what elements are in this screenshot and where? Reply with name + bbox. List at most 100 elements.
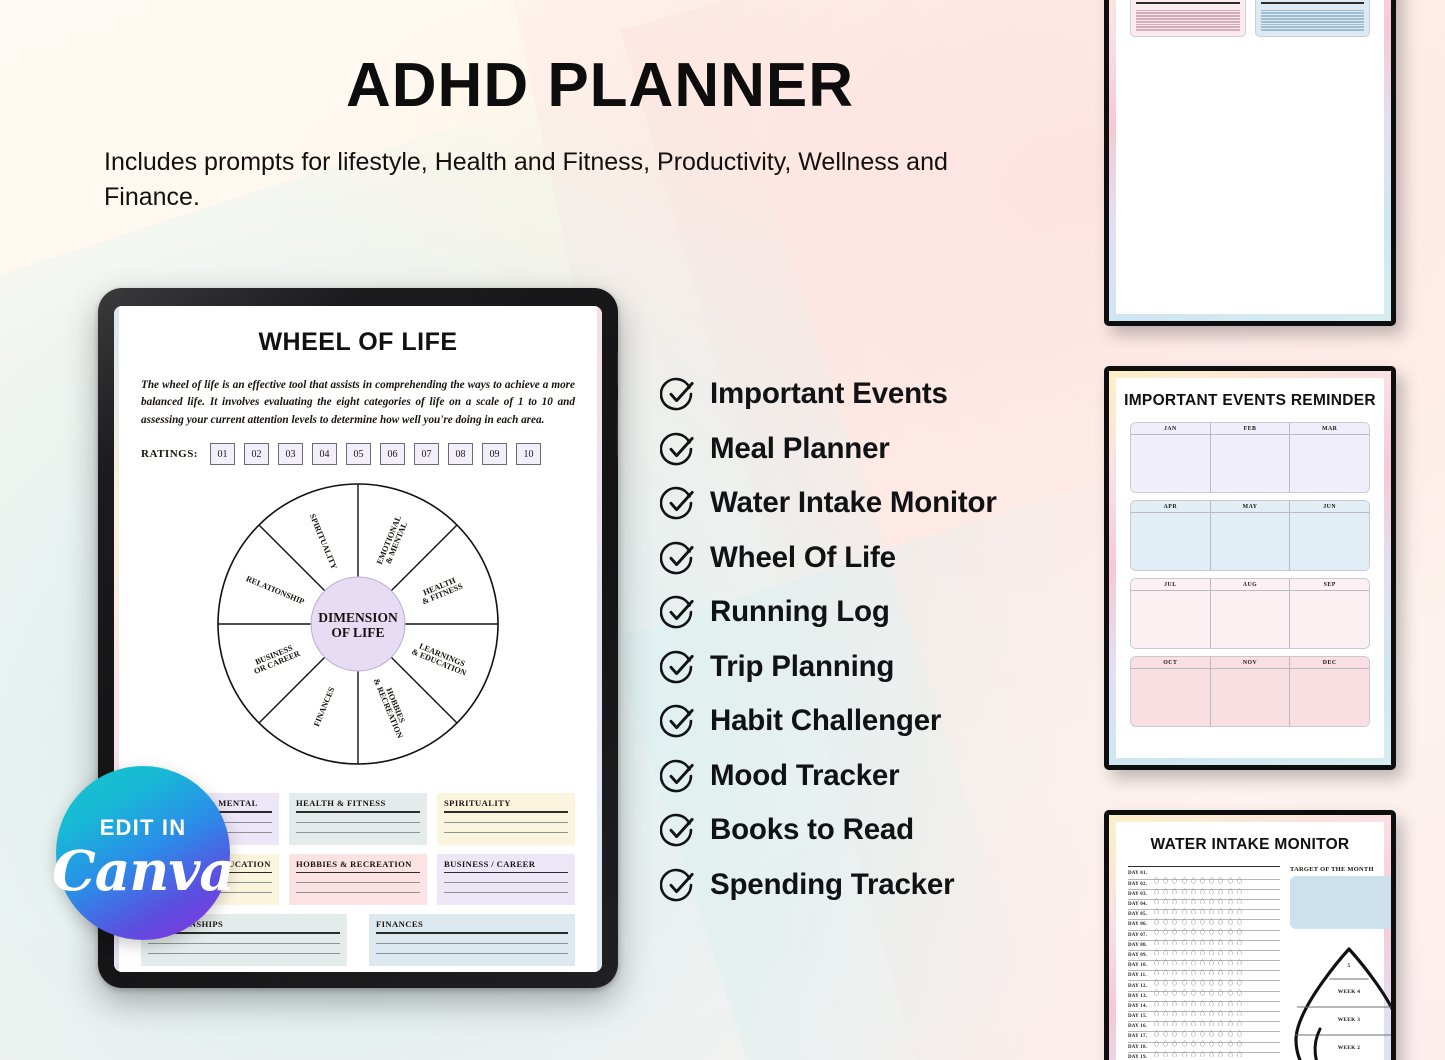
water-drop-checkbox[interactable] [1181, 1013, 1187, 1027]
water-drop-checkbox[interactable] [1200, 942, 1205, 956]
water-drop-checkbox[interactable] [1190, 1044, 1196, 1058]
water-drop-checkbox[interactable] [1218, 973, 1224, 986]
meal-column[interactable]: DINNER [1254, 0, 1370, 37]
water-drop-checkbox[interactable] [1190, 1024, 1196, 1037]
water-drop-checkbox[interactable] [1228, 1054, 1233, 1060]
water-drop-checkbox[interactable] [1236, 912, 1242, 925]
water-drop-checkbox[interactable] [1209, 1003, 1214, 1017]
water-drop-checkbox[interactable] [1172, 1024, 1178, 1037]
water-drop-checkbox[interactable] [1218, 983, 1224, 996]
water-drop-checkbox[interactable] [1236, 1013, 1242, 1027]
water-drop-checkbox[interactable] [1172, 1054, 1177, 1060]
water-drop-checkbox[interactable] [1190, 983, 1196, 996]
water-drop-checkbox[interactable] [1200, 1054, 1205, 1060]
water-drop-checkbox[interactable] [1209, 1034, 1214, 1047]
water-drop-checkbox[interactable] [1200, 932, 1205, 946]
water-drop-checkbox[interactable] [1209, 962, 1214, 976]
water-drop-checkbox[interactable] [1172, 942, 1178, 956]
water-drop-checkbox[interactable] [1190, 871, 1196, 884]
water-drop-checkbox[interactable] [1163, 993, 1168, 1007]
water-drop-checkbox[interactable] [1218, 1034, 1224, 1047]
water-drop-checkbox[interactable] [1218, 881, 1224, 895]
water-drop-checkbox[interactable] [1154, 942, 1159, 956]
water-drop-checkbox[interactable] [1172, 891, 1178, 905]
water-drop-checkbox[interactable] [1181, 912, 1187, 925]
water-drop-checkbox[interactable] [1209, 891, 1214, 905]
water-drop-checkbox[interactable] [1236, 1034, 1242, 1047]
water-drop-checkbox[interactable] [1209, 1013, 1214, 1027]
water-drop-checkbox[interactable] [1163, 932, 1168, 946]
water-drop-checkbox[interactable] [1227, 993, 1233, 1007]
water-drop-checkbox[interactable] [1172, 993, 1178, 1007]
month-write-area[interactable] [1131, 435, 1210, 492]
rating-box-09[interactable]: 09 [481, 443, 507, 466]
category-card[interactable]: FINANCES [369, 914, 575, 966]
water-drop-checkbox[interactable] [1236, 1003, 1242, 1017]
water-drop-checkbox[interactable] [1163, 1054, 1168, 1060]
month-write-area[interactable] [1290, 591, 1369, 648]
water-drop-checkbox[interactable] [1209, 871, 1214, 884]
water-drop-checkbox[interactable] [1209, 952, 1214, 966]
water-drop-checkbox[interactable] [1236, 881, 1242, 895]
month-cell-may[interactable]: MAY [1209, 501, 1290, 570]
water-drop-checkbox[interactable] [1190, 901, 1196, 915]
water-drop-checkbox[interactable] [1200, 901, 1205, 915]
water-drop-checkbox[interactable] [1209, 973, 1214, 986]
water-drop-checkbox[interactable] [1190, 1034, 1196, 1047]
rating-box-08[interactable]: 08 [447, 443, 473, 466]
rating-box-10[interactable]: 10 [515, 443, 541, 466]
water-drop-checkbox[interactable] [1209, 983, 1214, 996]
water-drop-checkbox[interactable] [1154, 912, 1159, 925]
water-drop-checkbox[interactable] [1172, 952, 1178, 966]
category-card[interactable]: BUSINESS / CAREER [437, 853, 575, 906]
water-drop-checkbox[interactable] [1218, 952, 1224, 966]
rating-box-07[interactable]: 07 [413, 443, 439, 466]
water-drop-checkbox[interactable] [1218, 901, 1224, 915]
water-drop-checkbox[interactable] [1200, 983, 1205, 996]
water-drop-checkbox[interactable] [1172, 1044, 1178, 1058]
meal-column[interactable]: SNACKS [1130, 0, 1246, 37]
water-drop-checkbox[interactable] [1163, 912, 1168, 925]
water-drop-checkbox[interactable] [1218, 891, 1224, 905]
water-drop-checkbox[interactable] [1236, 1024, 1242, 1037]
water-drop-checkbox[interactable] [1190, 952, 1196, 966]
water-drop-checkbox[interactable] [1236, 993, 1242, 1007]
month-write-area[interactable] [1211, 669, 1290, 726]
water-drop-checkbox[interactable] [1154, 952, 1159, 966]
water-drop-checkbox[interactable] [1154, 891, 1159, 905]
water-drop-checkbox[interactable] [1163, 1013, 1168, 1027]
water-drop-checkbox[interactable] [1172, 871, 1178, 884]
water-drop-checkbox[interactable] [1172, 1003, 1178, 1017]
water-drop-checkbox[interactable] [1236, 1044, 1242, 1058]
water-drop-checkbox[interactable] [1163, 881, 1168, 895]
water-drop-checkbox[interactable] [1181, 1003, 1187, 1017]
water-drop-checkbox[interactable] [1172, 881, 1178, 895]
water-drop-checkbox[interactable] [1190, 993, 1196, 1007]
water-drop-checkbox[interactable] [1209, 881, 1214, 895]
water-drop-checkbox[interactable] [1209, 1024, 1214, 1037]
water-drop-checkbox[interactable] [1218, 932, 1224, 946]
water-drop-checkbox[interactable] [1154, 901, 1159, 915]
water-drop-checkbox[interactable] [1190, 1013, 1196, 1027]
water-drop-checkbox[interactable] [1163, 1044, 1168, 1058]
water-drop-checkbox[interactable] [1227, 962, 1233, 976]
water-drop-checkbox[interactable] [1172, 983, 1178, 996]
water-drop-checkbox[interactable] [1181, 901, 1187, 915]
water-drop-checkbox[interactable] [1200, 973, 1205, 986]
month-cell-dec[interactable]: DEC [1289, 657, 1369, 726]
water-drop-checkbox[interactable] [1190, 891, 1196, 905]
month-cell-jun[interactable]: JUN [1289, 501, 1369, 570]
water-drop-checkbox[interactable] [1209, 1044, 1214, 1058]
water-drop-checkbox[interactable] [1190, 932, 1196, 946]
water-drop-checkbox[interactable] [1181, 1044, 1187, 1058]
month-cell-aug[interactable]: AUG [1209, 579, 1290, 648]
water-drop-checkbox[interactable] [1190, 912, 1196, 925]
month-cell-feb[interactable]: FEB [1209, 423, 1290, 492]
water-drop-checkbox[interactable] [1163, 1034, 1168, 1047]
water-drop-checkbox[interactable] [1209, 993, 1214, 1007]
rating-box-01[interactable]: 01 [209, 443, 235, 466]
water-drop-checkbox[interactable] [1200, 922, 1205, 935]
water-drop-checkbox[interactable] [1190, 881, 1196, 895]
water-drop-checkbox[interactable] [1154, 871, 1159, 884]
water-drop-checkbox[interactable] [1236, 942, 1242, 956]
